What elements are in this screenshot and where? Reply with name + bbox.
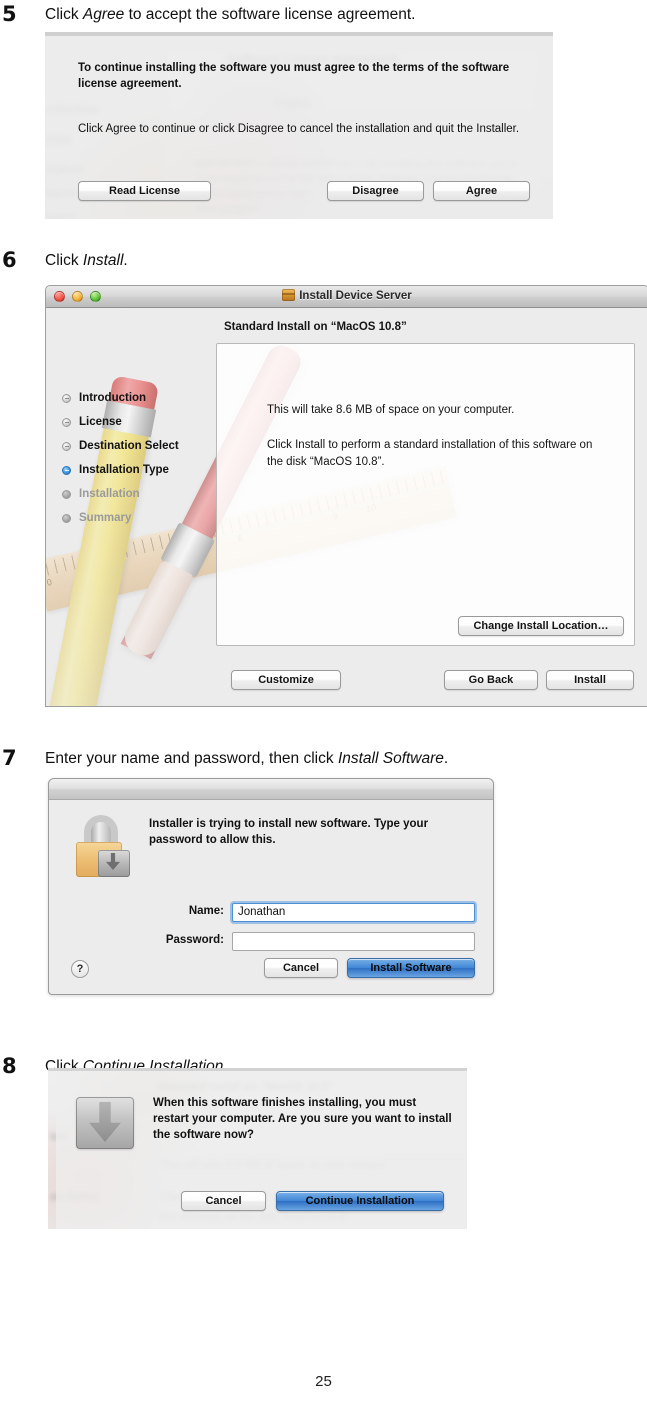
step-6-number: 6 [2, 248, 17, 272]
ruler-number-0: 0 [46, 576, 53, 588]
continue-installation-button[interactable]: Continue Installation [276, 1191, 444, 1211]
name-field-row: Name: Jonathan [49, 903, 493, 922]
ruler-number-5: 5 [205, 540, 213, 551]
lock-harddrive [98, 850, 130, 877]
auth-dialog-message: Installer is trying to install new softw… [149, 818, 429, 846]
installer-window-title: Install Device Server [299, 290, 412, 302]
restart-confirmation-screenshot: Standard Install on “MacOS 10.8” ion on … [48, 1068, 467, 1229]
disagree-button[interactable]: Disagree [327, 181, 424, 201]
sidebar-item-installation: Installation [62, 482, 212, 506]
manual-page: 5 Click Agree to accept the software lic… [0, 0, 647, 1404]
auth-dialog-titlebar [49, 779, 493, 800]
go-back-button[interactable]: Go Back [444, 670, 538, 690]
step-dot-done-icon [62, 418, 71, 427]
sidebar-item-introduction: Introduction [62, 386, 212, 410]
page-number: 25 [315, 1373, 332, 1390]
step-5-instruction: Click Agree to accept the software licen… [45, 5, 415, 24]
step-dot-done-icon [62, 442, 71, 451]
sidebar-item-installation-label: Installation [79, 488, 140, 500]
download-arrow-icon [106, 853, 120, 870]
cancel-button[interactable]: Cancel [264, 958, 338, 978]
name-label: Name: [188, 905, 224, 917]
lock-icon [76, 815, 130, 877]
installer-window-title-wrap: Install Device Server [46, 289, 647, 302]
license-sheet-headline: To continue installing the software you … [78, 62, 510, 90]
step-5-number: 5 [2, 2, 17, 26]
installer-window-screenshot: Install Device Server 0 1 4 5 6 9 10 [45, 285, 647, 707]
read-license-button[interactable]: Read License [78, 181, 211, 201]
step-6-instruction-emphasis: Install [82, 252, 124, 269]
step-7-instruction: Enter your name and password, then click… [45, 749, 448, 768]
step-5-instruction-lead: Click [45, 6, 83, 23]
install-description-text: Click Install to perform a standard inst… [267, 439, 593, 468]
sidebar-item-summary: Summary [62, 506, 212, 530]
license-sheet-body: Click Agree to continue or click Disagre… [78, 123, 520, 135]
name-input[interactable]: Jonathan [232, 903, 475, 922]
step-7-instruction-emphasis: Install Software [337, 750, 444, 767]
password-label: Password: [165, 934, 224, 946]
installer-headline: Standard Install on “MacOS 10.8” [224, 321, 407, 333]
help-button[interactable]: ? [71, 960, 89, 978]
step-7-instruction-tail: . [443, 750, 449, 767]
install-software-button[interactable]: Install Software [347, 958, 475, 978]
restart-sheet-message: When this software finishes installing, … [153, 1097, 452, 1141]
sidebar-item-destination-select: Destination Select [62, 434, 212, 458]
change-install-location-button[interactable]: Change Install Location… [458, 616, 624, 636]
hard-drive-download-icon [76, 1097, 134, 1149]
step-dot-done-icon [62, 394, 71, 403]
installer-titlebar[interactable]: Install Device Server [46, 286, 647, 308]
sidebar-item-installation-type-label: Installation Type [79, 464, 169, 476]
step-6-instruction-lead: Click [45, 252, 83, 269]
installer-main-pane: This will take 8.6 MB of space on your c… [216, 343, 635, 646]
package-icon [282, 289, 296, 301]
sidebar-item-license: License [62, 410, 212, 434]
step-dot-pending-icon [62, 490, 71, 499]
step-6-instruction: Click Install. [45, 251, 128, 270]
sidebar-item-introduction-label: Introduction [79, 392, 147, 404]
step-8-number: 8 [2, 1054, 17, 1078]
password-field-row: Password: [49, 932, 493, 951]
ruler-number-1: 1 [78, 569, 86, 581]
step-5-instruction-tail: to accept the software license agreement… [124, 6, 416, 23]
install-size-text: This will take 8.6 MB of space on your c… [267, 404, 515, 416]
sidebar-item-destination-select-label: Destination Select [79, 440, 179, 452]
download-arrow-icon [89, 1102, 121, 1142]
step-dot-pending-icon [62, 514, 71, 523]
paintbrush-bristles [118, 559, 195, 662]
customize-button[interactable]: Customize [231, 670, 341, 690]
agree-button[interactable]: Agree [433, 181, 530, 201]
sidebar-item-installation-type: Installation Type [62, 458, 212, 482]
install-button[interactable]: Install [546, 670, 634, 690]
ruler-number-4: 4 [172, 547, 180, 559]
step-6-instruction-tail: . [123, 252, 128, 269]
step-5-instruction-emphasis: Agree [82, 6, 125, 23]
authentication-dialog-screenshot: Installer is trying to install new softw… [48, 778, 494, 995]
step-dot-active-icon [62, 466, 71, 475]
paintbrush-ferrule [160, 522, 215, 578]
step-7-number: 7 [2, 746, 17, 770]
installer-sidebar: Introduction License Destination Select … [62, 386, 212, 530]
step-7-instruction-lead: Enter your name and password, then click [45, 750, 338, 767]
cancel-button[interactable]: Cancel [181, 1191, 266, 1211]
installer-footer-buttons: Customize Go Back Install [46, 670, 647, 690]
password-input[interactable] [232, 932, 475, 951]
license-agreement-screenshot: Software License Agreement English roduc… [45, 32, 553, 219]
license-sheet-buttons: Read License Disagree Agree [45, 181, 553, 201]
installer-content: 0 1 4 5 6 9 10 [46, 308, 647, 706]
sidebar-item-summary-label: Summary [79, 512, 132, 524]
sidebar-item-license-label: License [79, 416, 122, 428]
